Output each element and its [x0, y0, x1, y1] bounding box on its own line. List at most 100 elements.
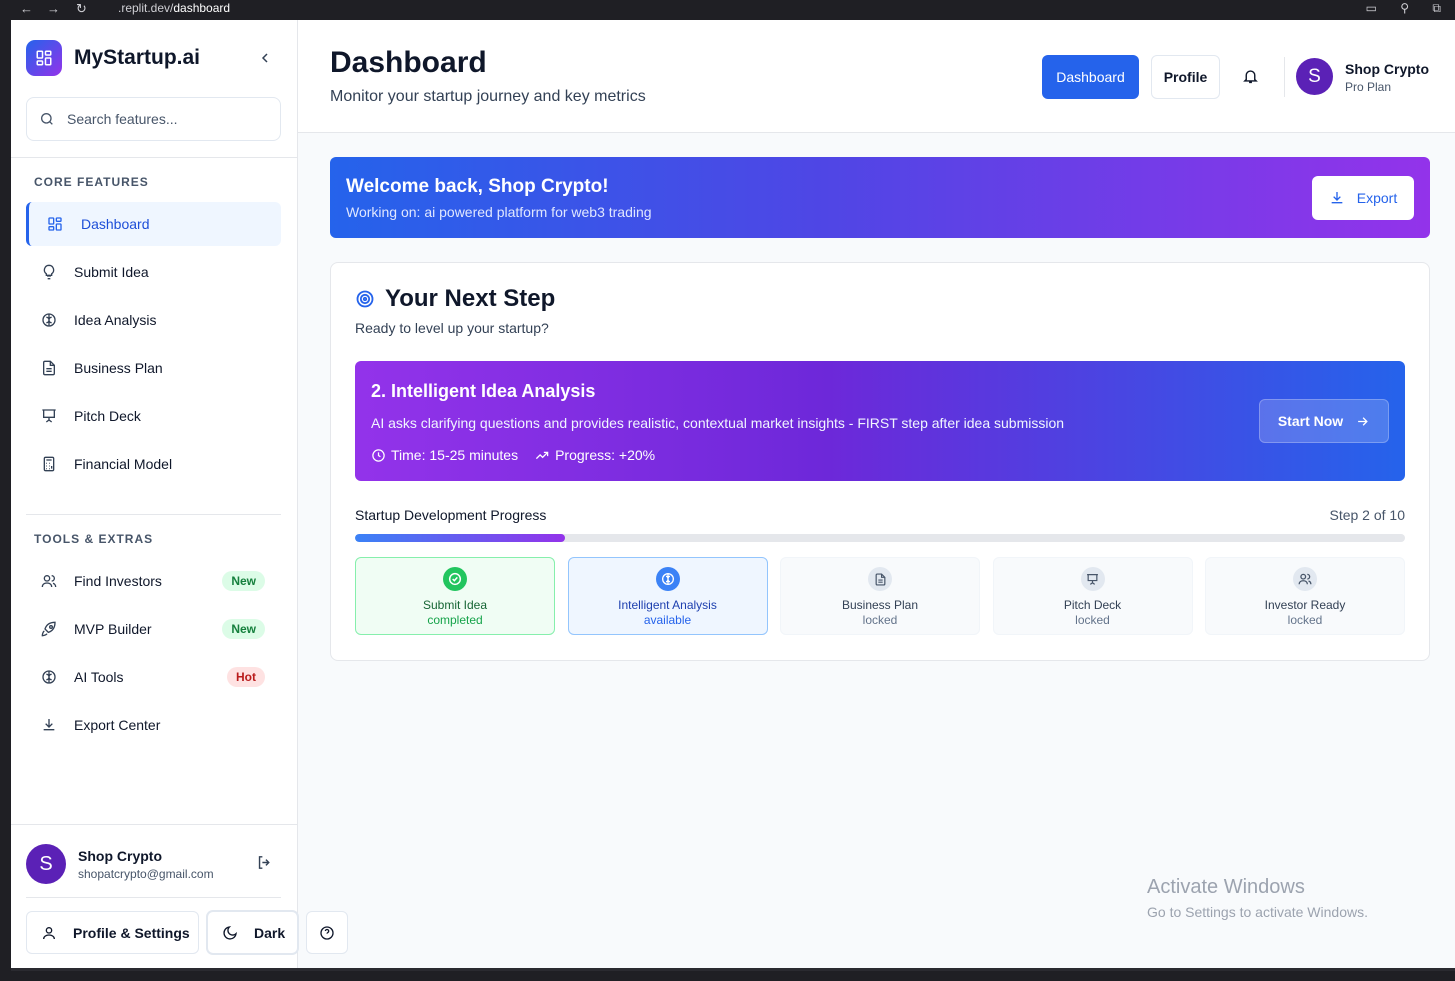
brain-icon [40, 311, 58, 329]
sidebar-item-find-investors[interactable]: Find Investors New [26, 559, 281, 603]
windows-activation-watermark: Activate Windows Go to Settings to activ… [1147, 876, 1368, 920]
sidebar: MyStartup.ai CORE FEATURES Dashboard Sub… [11, 20, 298, 968]
step-title: 2. Intelligent Idea Analysis [371, 381, 596, 401]
trending-up-icon [536, 451, 549, 459]
dark-label: Dark [254, 924, 286, 941]
browser-tool-icons[interactable]: ▭ ⚲ ⧉ [1366, 1, 1451, 16]
progress-bar [355, 534, 1405, 542]
stage-status: locked [1287, 613, 1323, 627]
profile-button[interactable]: Profile [1151, 55, 1220, 99]
brain-icon [655, 567, 680, 591]
dashboard-button[interactable]: Dashboard [1042, 55, 1139, 99]
tools-extras-title: TOOLS & EXTRAS [34, 532, 154, 546]
sidebar-item-business-plan[interactable]: Business Plan [26, 346, 281, 390]
logout-icon[interactable] [256, 854, 273, 876]
page-subtitle: Monitor your startup journey and key met… [330, 88, 646, 105]
taskbar [0, 968, 1455, 981]
dark-mode-button[interactable]: Dark [207, 911, 298, 954]
watermark-title: Activate Windows [1147, 876, 1305, 898]
start-now-label: Start Now [1277, 413, 1344, 429]
help-button[interactable] [306, 911, 348, 954]
sidebar-item-mvp-builder[interactable]: MVP Builder New [26, 607, 281, 651]
sidebar-item-label: Idea Analysis [74, 312, 157, 328]
sidebar-item-label: Export Center [74, 717, 161, 733]
document-icon [40, 359, 58, 377]
new-badge: New [222, 571, 265, 591]
window-frame [0, 20, 11, 968]
sidebar-item-financial-model[interactable]: Financial Model [26, 442, 281, 486]
stage-name: Pitch Deck [1063, 598, 1122, 612]
presentation-icon [40, 407, 58, 425]
stage-submit-idea[interactable]: Submit Idea completed [355, 557, 555, 635]
search-box[interactable] [26, 97, 281, 141]
profile-settings-button[interactable]: Profile & Settings [26, 911, 199, 954]
stage-intelligent-analysis[interactable]: Intelligent Analysis available [567, 557, 768, 635]
header: Dashboard Monitor your startup journey a… [298, 20, 1455, 133]
user-name: Shop Crypto [78, 847, 162, 864]
welcome-title: Welcome back, Shop Crypto! [346, 176, 609, 197]
next-step-title: Your Next Step [385, 285, 556, 312]
avatar[interactable]: S [1296, 58, 1333, 95]
sidebar-item-ai-tools[interactable]: AI Tools Hot [26, 655, 281, 699]
progress-step-text: Step 2 of 10 [1329, 507, 1405, 523]
core-features-title: CORE FEATURES [34, 175, 149, 189]
reload-icon[interactable]: ↻ [76, 1, 87, 17]
progress-label: Startup Development Progress [355, 507, 547, 523]
sidebar-item-label: MVP Builder [74, 621, 152, 637]
export-label: Export [1356, 190, 1398, 206]
address-bar[interactable]: .replit.dev/dashboard [118, 1, 230, 15]
bell-icon[interactable] [1242, 67, 1259, 90]
step-meta: Time: 15-25 minutes Progress: +20% [371, 447, 671, 463]
export-button[interactable]: Export [1312, 176, 1414, 220]
collapse-sidebar-icon[interactable] [257, 48, 275, 68]
stage-status: completed [427, 613, 483, 627]
divider [26, 514, 281, 515]
step-time: Time: 15-25 minutes [391, 447, 519, 463]
search-icon [41, 113, 53, 125]
page-title: Dashboard [330, 46, 487, 79]
calculator-icon [40, 455, 58, 473]
brand-name: MyStartup.ai [74, 46, 201, 69]
presentation-icon [1080, 567, 1105, 591]
stage-status: locked [862, 613, 898, 627]
brand[interactable]: MyStartup.ai [26, 40, 200, 76]
search-input[interactable] [67, 111, 257, 127]
sidebar-item-dashboard[interactable]: Dashboard [26, 202, 281, 246]
lightbulb-icon [40, 263, 58, 281]
help-icon [320, 925, 334, 940]
browser-toolbar: ← → ↻ .replit.dev/dashboard ▭ ⚲ ⧉ [0, 0, 1455, 20]
sidebar-item-pitch-deck[interactable]: Pitch Deck [26, 394, 281, 438]
sidebar-item-submit-idea[interactable]: Submit Idea [26, 250, 281, 294]
download-icon [40, 716, 58, 734]
sidebar-item-label: Submit Idea [74, 264, 149, 280]
divider [11, 824, 298, 825]
document-icon [868, 567, 892, 591]
url-host: .replit.dev/ [118, 1, 174, 15]
progress-stages: Submit Idea completed Intelligent Analys… [355, 557, 1405, 635]
start-now-button[interactable]: Start Now [1259, 399, 1389, 443]
sidebar-item-export-center[interactable]: Export Center [26, 703, 281, 747]
step-progress-gain: Progress: +20% [555, 447, 656, 463]
forward-icon[interactable]: → [47, 1, 60, 16]
check-circle-icon [443, 567, 467, 591]
hot-badge: Hot [227, 667, 265, 687]
stage-name: Business Plan [841, 598, 919, 612]
arrow-right-icon [1358, 416, 1368, 426]
stage-status: available [643, 613, 692, 627]
next-step-banner: 2. Intelligent Idea Analysis AI asks cla… [355, 361, 1405, 481]
url-path: dashboard [173, 1, 231, 15]
users-icon [40, 572, 58, 590]
stage-name: Investor Ready [1264, 598, 1346, 612]
sidebar-item-idea-analysis[interactable]: Idea Analysis [26, 298, 281, 342]
divider [11, 157, 298, 158]
sidebar-item-label: Business Plan [74, 360, 163, 376]
sidebar-item-label: Find Investors [74, 573, 162, 589]
header-user-name: Shop Crypto [1345, 61, 1429, 77]
step-description: AI asks clarifying questions and provide… [371, 415, 1065, 431]
divider [1284, 57, 1285, 97]
divider [26, 897, 281, 898]
avatar[interactable]: S [26, 844, 66, 884]
sidebar-user-card: S Shop Crypto shopatcrypto@gmail.com [26, 842, 281, 886]
back-icon[interactable]: ← [20, 1, 33, 16]
stage-name: Intelligent Analysis [618, 598, 717, 612]
